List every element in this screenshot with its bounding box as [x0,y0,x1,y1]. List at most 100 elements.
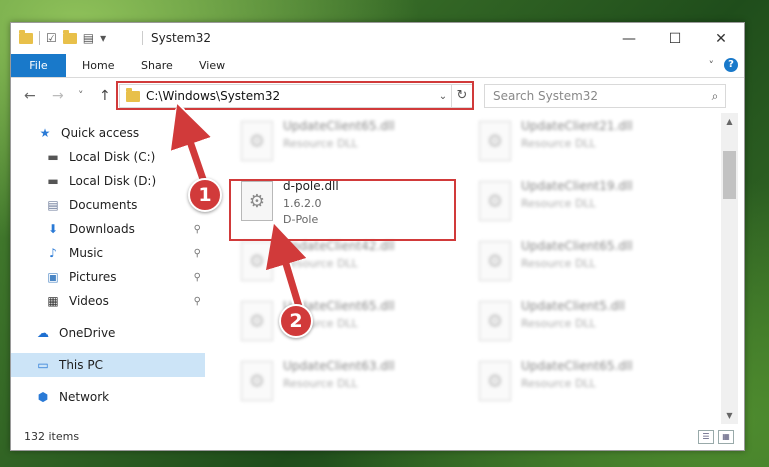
file-item[interactable]: ⚙ UpdateClient19.dll Resource DLL [469,173,699,231]
sidebar-item-pictures[interactable]: ▣ Pictures ⚲ [11,265,205,289]
file-name: UpdateClient65.dll [521,239,633,253]
file-name: UpdateClient19.dll [521,179,633,193]
close-button[interactable]: ✕ [698,23,744,54]
divider [142,31,143,45]
gear-file-icon: ⚙ [479,121,511,161]
sidebar-item-label: Pictures [69,270,117,284]
sidebar-item-label: Network [59,390,110,404]
pin-icon[interactable]: ⚲ [194,296,201,307]
drive-icon: ▬ [47,150,59,164]
sidebar-item-label: Documents [69,198,138,212]
computer-icon: ▭ [37,358,49,372]
pin-icon[interactable]: ⚲ [194,224,201,235]
divider [39,31,40,45]
file-name: UpdateClient63.dll [283,359,395,373]
scroll-thumb[interactable] [723,151,736,199]
properties-icon[interactable]: ☑ [46,31,57,45]
forward-arrow-icon[interactable]: → [52,88,64,104]
help-icon[interactable]: ? [724,58,738,72]
sidebar-item-label: Videos [69,294,109,308]
gear-file-icon: ⚙ [241,241,273,281]
file-item[interactable]: ⚙ UpdateClient21.dll Resource DLL [469,113,699,171]
file-item[interactable]: ⚙ UpdateClient42.dll Resource DLL [231,233,461,291]
step-2-badge: 2 [279,304,313,338]
gear-file-icon: ⚙ [479,181,511,221]
scroll-down-icon[interactable]: ▼ [721,407,738,424]
tab-file[interactable]: File [11,54,66,77]
tab-share[interactable]: Share [141,54,173,77]
network-icon: ⬢ [37,390,49,404]
vertical-scrollbar[interactable]: ▲ ▼ [721,113,738,424]
file-type: Resource DLL [283,377,358,390]
cloud-icon: ☁ [37,326,49,340]
sidebar-item-videos[interactable]: ▦ Videos ⚲ [11,289,205,313]
file-type: Resource DLL [521,317,596,330]
file-name: UpdateClient65.dll [283,119,395,133]
file-type: Resource DLL [283,137,358,150]
expand-ribbon-icon[interactable]: ˅ [709,59,715,72]
sidebar-item-label: Local Disk (D:) [69,174,157,188]
file-type: Resource DLL [521,377,596,390]
file-explorer-window: ☑ ▤ ▾ System32 — ☐ ✕ File Home Share Vie… [10,22,745,451]
file-type: Resource DLL [521,197,596,210]
recent-locations-icon[interactable]: ˅ [78,89,84,102]
sidebar-item-documents[interactable]: ▤ Documents ⚲ [11,193,205,217]
sidebar-item-label: Downloads [69,222,135,236]
sidebar-item-local-disk-c[interactable]: ▬ Local Disk (C:) [11,145,205,169]
file-name: UpdateClient5.dll [521,299,625,313]
sidebar-item-label: Local Disk (C:) [69,150,156,164]
sidebar-item-network[interactable]: ⬢ Network [11,385,205,409]
file-name: UpdateClient65.dll [521,359,633,373]
gear-file-icon: ⚙ [241,361,273,401]
sidebar-item-music[interactable]: ♪ Music ⚲ [11,241,205,265]
chevron-down-icon[interactable]: ▾ [100,31,106,45]
sidebar-item-local-disk-d[interactable]: ▬ Local Disk (D:) [11,169,205,193]
file-item[interactable]: ⚙ UpdateClient5.dll Resource DLL [469,293,699,351]
file-list: ⚙ UpdateClient65.dll Resource DLL ⚙ Upda… [216,113,721,414]
file-name: UpdateClient21.dll [521,119,633,133]
navigation-pane: ★ Quick access ▬ Local Disk (C:) ▬ Local… [11,113,205,414]
search-input[interactable] [491,88,705,104]
title-bar: ☑ ▤ ▾ System32 — ☐ ✕ [11,23,744,54]
large-icons-view-icon[interactable]: ▦ [718,430,734,444]
video-icon: ▦ [47,294,59,308]
window-title: System32 [151,31,212,45]
file-item[interactable]: ⚙ UpdateClient63.dll Resource DLL [231,353,461,411]
sidebar-item-downloads[interactable]: ⬇ Downloads ⚲ [11,217,205,241]
star-icon: ★ [39,126,51,140]
maximize-button[interactable]: ☐ [652,23,698,54]
download-icon: ⬇ [47,222,59,236]
file-type: Resource DLL [521,137,596,150]
search-box: ⌕ [484,84,726,108]
ribbon-tabs: File Home Share View ˅ ? [11,54,744,78]
sidebar-item-quick-access[interactable]: ★ Quick access [11,121,205,145]
pin-icon[interactable]: ⚲ [194,248,201,259]
item-count: 132 items [24,430,80,443]
quick-access-toolbar: ☑ ▤ ▾ [19,29,106,45]
scroll-up-icon[interactable]: ▲ [721,113,738,130]
address-highlight-box [116,81,474,110]
ribbon-right-controls: ˅ ? [709,58,738,72]
search-icon[interactable]: ⌕ [705,89,725,104]
document-icon: ▤ [47,198,59,212]
details-view-icon[interactable]: ☰ [698,430,714,444]
file-item[interactable]: ⚙ UpdateClient65.dll Resource DLL [469,233,699,291]
gear-file-icon: ⚙ [241,301,273,341]
up-arrow-icon[interactable]: ↑ [99,88,111,104]
sidebar-item-onedrive[interactable]: ☁ OneDrive [11,321,205,345]
file-type: Resource DLL [283,257,358,270]
minimize-button[interactable]: — [606,23,652,54]
drive-icon: ▬ [47,174,59,188]
back-arrow-icon[interactable]: ← [24,88,36,104]
pin-icon[interactable]: ⚲ [194,272,201,283]
new-folder-icon[interactable] [62,29,77,44]
tab-view[interactable]: View [199,54,225,77]
file-item[interactable]: ⚙ UpdateClient65.dll Resource DLL [231,113,461,171]
view-layout-icon[interactable]: ▤ [83,31,94,45]
file-item[interactable]: ⚙ UpdateClient65.dll Resource DLL [469,353,699,411]
tab-home[interactable]: Home [82,54,114,77]
file-type: Resource DLL [521,257,596,270]
sidebar-item-this-pc[interactable]: ▭ This PC [11,353,205,377]
window-controls: — ☐ ✕ [606,23,744,54]
file-item[interactable]: ⚙ UpdateClient65.dll Resource DLL [231,293,461,351]
